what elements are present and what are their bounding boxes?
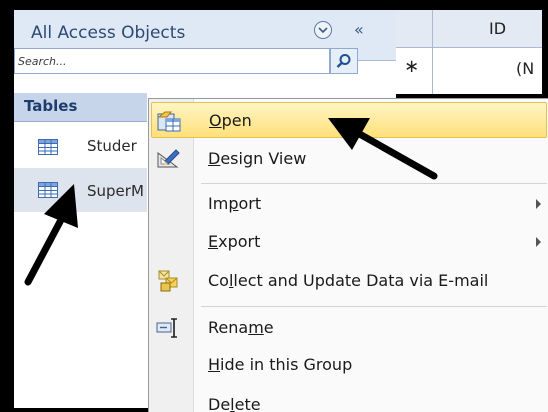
menu-item-label: Delete [208, 395, 261, 412]
search-input[interactable]: Search... [14, 48, 330, 74]
record-selector-column[interactable] [396, 10, 433, 94]
table-item-label: SuperM [87, 182, 144, 200]
annotation-arrow-to-table [24, 184, 78, 286]
menu-separator [201, 306, 547, 307]
group-header-label: Tables [24, 97, 78, 115]
rename-icon [156, 318, 177, 338]
search-icon [336, 54, 351, 68]
menu-item-delete[interactable]: Delete [151, 387, 547, 412]
menu-item-label: Collect and Update Data via E-mail [208, 271, 489, 290]
menu-item-label: Import [208, 194, 262, 213]
shutter-bar-collapse-icon[interactable]: « [354, 20, 364, 39]
new-record-marker: ∗ [404, 56, 420, 77]
open-icon [157, 111, 181, 132]
submenu-arrow-icon [536, 199, 541, 209]
group-header-tables[interactable]: Tables [14, 93, 147, 122]
nav-pane-title[interactable]: All Access Objects [31, 23, 185, 43]
menu-item-hide-in-group[interactable]: Hide in this Group [151, 347, 547, 383]
nav-menu-dropdown-icon[interactable] [314, 21, 332, 39]
menu-item-rename[interactable]: Rename [151, 310, 547, 346]
table-item-label: Studer [87, 137, 137, 155]
menu-item-export[interactable]: Export [151, 224, 547, 260]
annotation-arrow-to-open [328, 118, 438, 180]
menu-item-label: Design View [208, 149, 307, 168]
new-record-id-cell[interactable]: (N [516, 59, 534, 78]
collect-data-icon [158, 270, 178, 292]
design-view-icon [157, 149, 180, 168]
menu-item-import[interactable]: Import [151, 186, 547, 222]
menu-item-label: Open [209, 111, 252, 130]
table-icon [38, 139, 58, 155]
column-header-id[interactable]: ID [489, 19, 506, 38]
search-placeholder: Search... [18, 55, 67, 68]
table-item-students[interactable]: Studer [14, 130, 147, 164]
menu-item-label: Hide in this Group [208, 355, 353, 374]
datasheet-view: ID ∗ (N [396, 10, 542, 94]
menu-item-label: Export [208, 232, 261, 251]
menu-item-collect-update-data[interactable]: Collect and Update Data via E-mail [151, 263, 547, 299]
submenu-arrow-icon [536, 237, 541, 247]
search-button[interactable] [330, 48, 358, 74]
menu-item-label: Rename [208, 318, 274, 337]
